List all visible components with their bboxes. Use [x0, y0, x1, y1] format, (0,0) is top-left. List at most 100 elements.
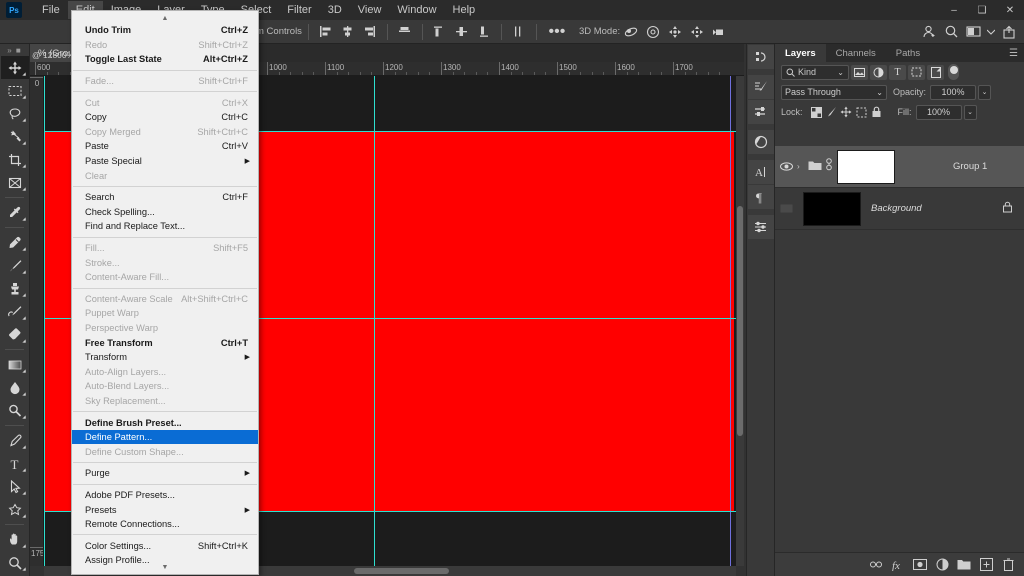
hand-tool[interactable]: [1, 528, 29, 551]
align-right-edges-icon[interactable]: [361, 23, 379, 41]
history-icon[interactable]: [748, 45, 774, 69]
link-layers-icon[interactable]: [865, 554, 887, 576]
opacity-value[interactable]: 100%: [930, 84, 977, 100]
chevron-down-icon[interactable]: [986, 23, 996, 41]
fill-value[interactable]: 100%: [915, 104, 962, 120]
crop-tool[interactable]: [1, 148, 29, 171]
menu-item-free-transform[interactable]: Free Transform Ctrl+T: [72, 335, 258, 350]
frame-tool[interactable]: [1, 171, 29, 194]
search-icon[interactable]: [942, 23, 960, 41]
panel-tab-paths[interactable]: Paths: [886, 44, 930, 62]
path-selection-tool[interactable]: [1, 475, 29, 498]
link-icon[interactable]: [825, 157, 833, 176]
menu-item-adobe-pdf-presets[interactable]: Adobe PDF Presets...: [72, 488, 258, 503]
panel-tab-layers[interactable]: Layers: [775, 44, 826, 62]
new-group-icon[interactable]: [953, 554, 975, 576]
lock-transparent-pixels-icon[interactable]: [809, 105, 824, 120]
pan-3d-icon[interactable]: [666, 23, 684, 41]
blur-tool[interactable]: [1, 376, 29, 399]
menu-item-purge[interactable]: Purge ▶: [72, 466, 258, 481]
menu-item-color-settings[interactable]: Color Settings... Shift+Ctrl+K: [72, 538, 258, 553]
menu-file[interactable]: File: [34, 1, 68, 19]
lock-all-icon[interactable]: [869, 105, 884, 120]
menu-item-copy[interactable]: Copy Ctrl+C: [72, 110, 258, 125]
history-brush-tool[interactable]: [1, 300, 29, 323]
eraser-tool[interactable]: [1, 323, 29, 346]
filter-adjustment-icon[interactable]: [870, 64, 887, 80]
move-tool[interactable]: [1, 56, 29, 79]
chevron-down-icon[interactable]: ⌄: [837, 68, 844, 77]
align-left-edges-icon[interactable]: [317, 23, 335, 41]
brush-settings-icon[interactable]: [748, 100, 774, 124]
menu-window[interactable]: Window: [389, 1, 444, 19]
edit-menu-dropdown[interactable]: ▲ Undo Trim Ctrl+Z Redo Shift+Ctrl+Z Toggle …: [71, 10, 259, 575]
menu-item-define-pattern[interactable]: Define Pattern...: [72, 429, 258, 445]
filter-pixel-icon[interactable]: [851, 64, 868, 80]
layer-thumbnail[interactable]: [837, 149, 895, 184]
lock-image-pixels-icon[interactable]: [824, 105, 839, 120]
menu-item-paste-special[interactable]: Paste Special ▶: [72, 154, 258, 169]
spot-healing-brush-tool[interactable]: [1, 231, 29, 254]
rectangular-marquee-tool[interactable]: [1, 79, 29, 102]
new-layer-icon[interactable]: [975, 554, 997, 576]
close-button[interactable]: ✕: [996, 0, 1024, 20]
roll-3d-icon[interactable]: [644, 23, 662, 41]
zoom-tool[interactable]: [1, 551, 29, 574]
menu-item-paste[interactable]: Paste Ctrl+V: [72, 139, 258, 154]
menu-item-undo-trim[interactable]: Undo Trim Ctrl+Z: [72, 23, 258, 38]
orbit-3d-icon[interactable]: [622, 23, 640, 41]
menu-item-check-spelling[interactable]: Check Spelling...: [72, 205, 258, 220]
object-selection-tool[interactable]: [1, 125, 29, 148]
menu-item-transform[interactable]: Transform ▶: [72, 350, 258, 365]
filter-type-icon[interactable]: T: [889, 64, 906, 80]
pen-tool[interactable]: [1, 429, 29, 452]
menu-help[interactable]: Help: [445, 1, 484, 19]
layer-visibility-toggle[interactable]: [775, 162, 797, 171]
lock-artboard-nesting-icon[interactable]: [854, 105, 869, 120]
guide-vertical[interactable]: [44, 76, 45, 566]
menu-view[interactable]: View: [350, 1, 390, 19]
filter-shape-icon[interactable]: [908, 64, 925, 80]
toolbar-grip[interactable]: » ■: [0, 44, 29, 56]
menu-scroll-up-arrow[interactable]: ▲: [72, 13, 258, 23]
distribute-left-icon[interactable]: [510, 23, 528, 41]
share-user-icon[interactable]: [920, 23, 938, 41]
slide-3d-icon[interactable]: [688, 23, 706, 41]
layer-name[interactable]: Group 1: [953, 161, 987, 172]
align-top-edges-icon[interactable]: [396, 23, 414, 41]
panel-menu-icon[interactable]: ☰: [1009, 48, 1018, 59]
brush-tool[interactable]: [1, 254, 29, 277]
chevron-down-icon[interactable]: ⌄: [876, 88, 883, 97]
canvas-vertical-scrollbar[interactable]: [736, 76, 744, 566]
menu-item-define-brush-preset[interactable]: Define Brush Preset...: [72, 415, 258, 430]
fill-chevron-icon[interactable]: ⌄: [963, 104, 977, 120]
adjustments-icon[interactable]: [748, 215, 774, 239]
add-layer-style-icon[interactable]: fx: [887, 554, 909, 576]
layer-expand-chevron-icon[interactable]: ›: [797, 162, 805, 171]
distribute-vertical-centers-icon[interactable]: [453, 23, 471, 41]
menu-3d[interactable]: 3D: [320, 1, 350, 19]
paragraph-icon[interactable]: ¶: [748, 185, 774, 209]
character-icon[interactable]: A: [748, 160, 774, 184]
maximize-button[interactable]: ❑: [968, 0, 996, 20]
layer-name[interactable]: Background: [871, 203, 922, 214]
menu-item-toggle-last-state[interactable]: Toggle Last State Alt+Ctrl+Z: [72, 52, 258, 67]
blend-mode-select[interactable]: Pass Through ⌄: [781, 84, 887, 100]
scrollbar-thumb[interactable]: [737, 206, 743, 436]
eyedropper-tool[interactable]: [1, 201, 29, 224]
align-horizontal-centers-icon[interactable]: [339, 23, 357, 41]
lock-position-icon[interactable]: [839, 105, 854, 120]
filter-smart-object-icon[interactable]: [927, 64, 944, 80]
distribute-bottom-icon[interactable]: [475, 23, 493, 41]
layer-row[interactable]: Background: [775, 188, 1024, 230]
menu-item-find-and-replace-text[interactable]: Find and Replace Text...: [72, 219, 258, 234]
horizontal-type-tool[interactable]: T: [1, 452, 29, 475]
layer-row[interactable]: › Group 1: [775, 146, 1024, 188]
dodge-tool[interactable]: [1, 399, 29, 422]
add-layer-mask-icon[interactable]: [909, 554, 931, 576]
vertical-ruler[interactable]: 0 175: [30, 76, 44, 566]
layer-thumbnail[interactable]: [803, 191, 861, 226]
menu-item-search[interactable]: Search Ctrl+F: [72, 190, 258, 205]
new-adjustment-layer-icon[interactable]: [931, 554, 953, 576]
scrollbar-thumb[interactable]: [354, 568, 449, 574]
